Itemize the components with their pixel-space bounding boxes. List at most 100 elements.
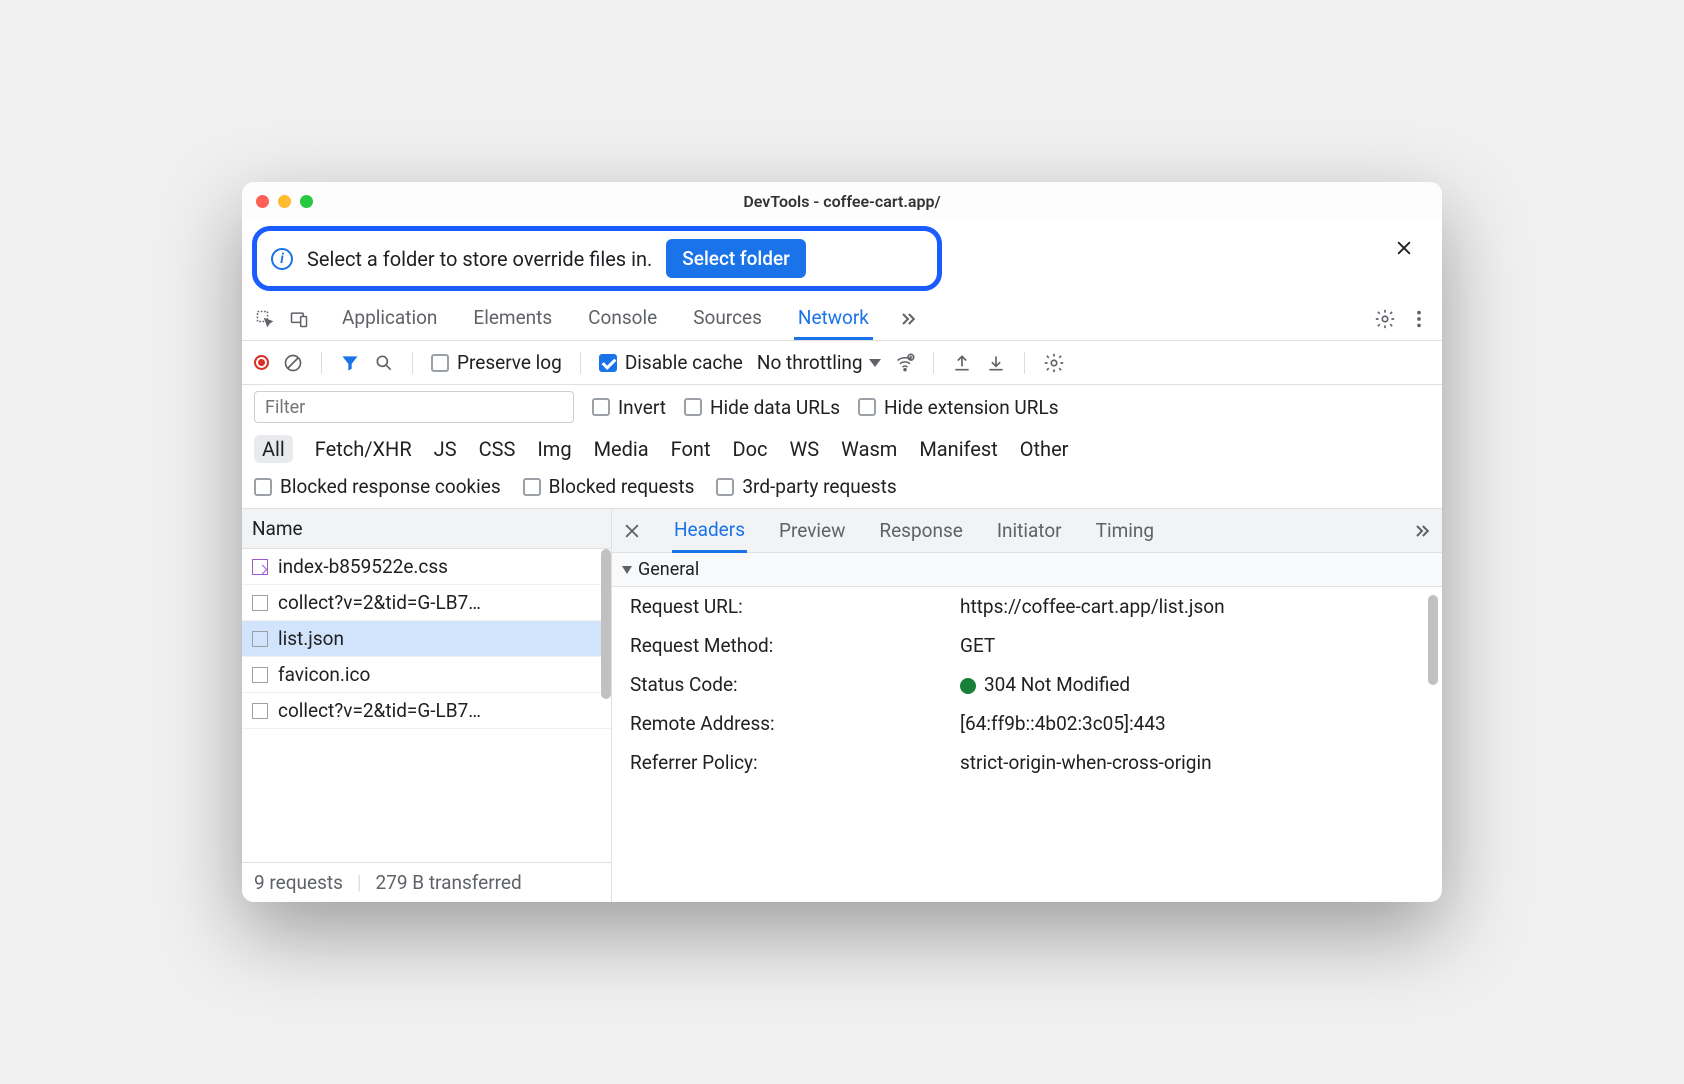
general-label: General [638,559,699,580]
kebab-menu-icon[interactable] [1406,306,1432,332]
request-row[interactable]: index-b859522e.css [242,549,611,585]
detail-panel: Headers Preview Response Initiator Timin… [612,509,1442,902]
search-icon[interactable] [374,353,394,373]
filter-media[interactable]: Media [594,437,649,461]
request-name: collect?v=2&tid=G-LB7… [278,699,481,722]
infobar-text: Select a folder to store override files … [307,247,652,271]
clear-button[interactable] [283,353,303,373]
status-line: 9 requests 279 B transferred [242,862,611,902]
tab-elements[interactable]: Elements [469,298,556,339]
disable-cache-checkbox[interactable]: Disable cache [599,351,743,374]
request-row[interactable]: list.json [242,621,611,657]
disclosure-triangle-icon [622,566,632,574]
css-file-icon [252,559,268,575]
hide-ext-label: Hide extension URLs [884,396,1059,419]
titlebar: DevTools - coffee-cart.app/ [242,182,1442,220]
detail-body: General Request URL:https://coffee-cart.… [612,553,1442,902]
kv-row: Remote Address: [64:ff9b::4b02:3c05]:443 [612,704,1442,743]
tab-application[interactable]: Application [338,298,441,339]
dtab-timing[interactable]: Timing [1094,510,1156,551]
filter-doc[interactable]: Doc [733,437,768,461]
settings-icon[interactable] [1372,306,1398,332]
file-icon [252,595,268,611]
invert-checkbox[interactable]: Invert [592,396,666,419]
filter-all[interactable]: All [254,435,293,463]
filter-ws[interactable]: WS [790,437,820,461]
status-dot-icon [960,678,976,694]
kv-value: https://coffee-cart.app/list.json [960,595,1225,618]
type-filter-bar: All Fetch/XHR JS CSS Img Media Font Doc … [242,429,1442,469]
throttling-label: No throttling [757,351,863,374]
request-list-header[interactable]: Name [242,509,611,549]
scrollbar-thumb[interactable] [601,549,611,699]
detail-tabstrip: Headers Preview Response Initiator Timin… [612,509,1442,553]
third-party-checkbox[interactable]: 3rd-party requests [716,475,896,498]
filter-manifest[interactable]: Manifest [919,437,997,461]
more-detail-tabs-icon[interactable] [1412,521,1432,541]
filter-css[interactable]: CSS [479,437,516,461]
request-name: collect?v=2&tid=G-LB7… [278,591,481,614]
dtab-headers[interactable]: Headers [672,509,747,553]
preserve-log-checkbox[interactable]: Preserve log [431,351,562,374]
filter-icon[interactable] [340,353,360,373]
throttling-select[interactable]: No throttling [757,351,881,374]
hide-data-urls-checkbox[interactable]: Hide data URLs [684,396,840,419]
request-row[interactable]: favicon.ico [242,657,611,693]
kv-key: Remote Address: [630,712,940,735]
device-toggle-icon[interactable] [286,306,312,332]
kv-value: [64:ff9b::4b02:3c05]:443 [960,712,1166,735]
request-row[interactable]: collect?v=2&tid=G-LB7… [242,693,611,729]
kv-value: strict-origin-when-cross-origin [960,751,1212,774]
invert-label: Invert [618,396,666,419]
request-list: Name index-b859522e.css collect?v=2&tid=… [242,509,612,902]
filter-js[interactable]: JS [434,437,457,461]
filter-input[interactable] [254,391,574,423]
filter-wasm[interactable]: Wasm [841,437,897,461]
filter-bar: Invert Hide data URLs Hide extension URL… [242,385,1442,429]
content-area: Name index-b859522e.css collect?v=2&tid=… [242,509,1442,902]
override-infobar: i Select a folder to store override file… [252,226,942,291]
filter-fetch-xhr[interactable]: Fetch/XHR [315,437,412,461]
dtab-response[interactable]: Response [877,510,964,551]
tab-network[interactable]: Network [794,298,873,340]
request-row[interactable]: collect?v=2&tid=G-LB7… [242,585,611,621]
kv-key: Status Code: [630,673,940,696]
scrollbar-thumb[interactable] [1428,595,1438,685]
general-section-header[interactable]: General [612,553,1442,587]
kv-row: Referrer Policy:strict-origin-when-cross… [612,743,1442,782]
close-detail-icon[interactable] [622,521,642,541]
record-button[interactable] [254,355,269,370]
info-icon: i [271,248,293,270]
network-settings-icon[interactable] [1043,352,1065,374]
kv-key: Request Method: [630,634,940,657]
tab-console[interactable]: Console [584,298,661,339]
download-har-icon[interactable] [986,353,1006,373]
tab-sources[interactable]: Sources [689,298,766,339]
blocked-requests-checkbox[interactable]: Blocked requests [523,475,695,498]
network-toolbar: Preserve log Disable cache No throttling [242,341,1442,385]
preserve-log-label: Preserve log [457,351,562,374]
upload-har-icon[interactable] [952,353,972,373]
chevron-down-icon [869,359,881,367]
request-name: list.json [278,627,344,650]
infobar-close-button[interactable] [1394,238,1414,264]
kv-row: Request URL:https://coffee-cart.app/list… [612,587,1442,626]
filter-other[interactable]: Other [1020,437,1069,461]
file-icon [252,667,268,683]
network-conditions-icon[interactable] [895,353,915,373]
inspect-icon[interactable] [252,306,278,332]
dtab-initiator[interactable]: Initiator [995,510,1064,551]
window-title: DevTools - coffee-cart.app/ [242,192,1442,211]
hide-extension-urls-checkbox[interactable]: Hide extension URLs [858,396,1059,419]
filter-img[interactable]: Img [537,437,571,461]
more-tabs-icon[interactable] [895,306,921,332]
kv-value: GET [960,634,995,657]
filter-font[interactable]: Font [671,437,711,461]
blocked-cookies-checkbox[interactable]: Blocked response cookies [254,475,501,498]
status-transferred: 279 B transferred [357,871,522,894]
select-folder-button[interactable]: Select folder [666,239,806,278]
dtab-preview[interactable]: Preview [777,510,847,551]
main-tabs: Application Elements Console Sources Net… [338,298,873,339]
file-icon [252,703,268,719]
extra-filter-bar: Blocked response cookies Blocked request… [242,469,1442,509]
